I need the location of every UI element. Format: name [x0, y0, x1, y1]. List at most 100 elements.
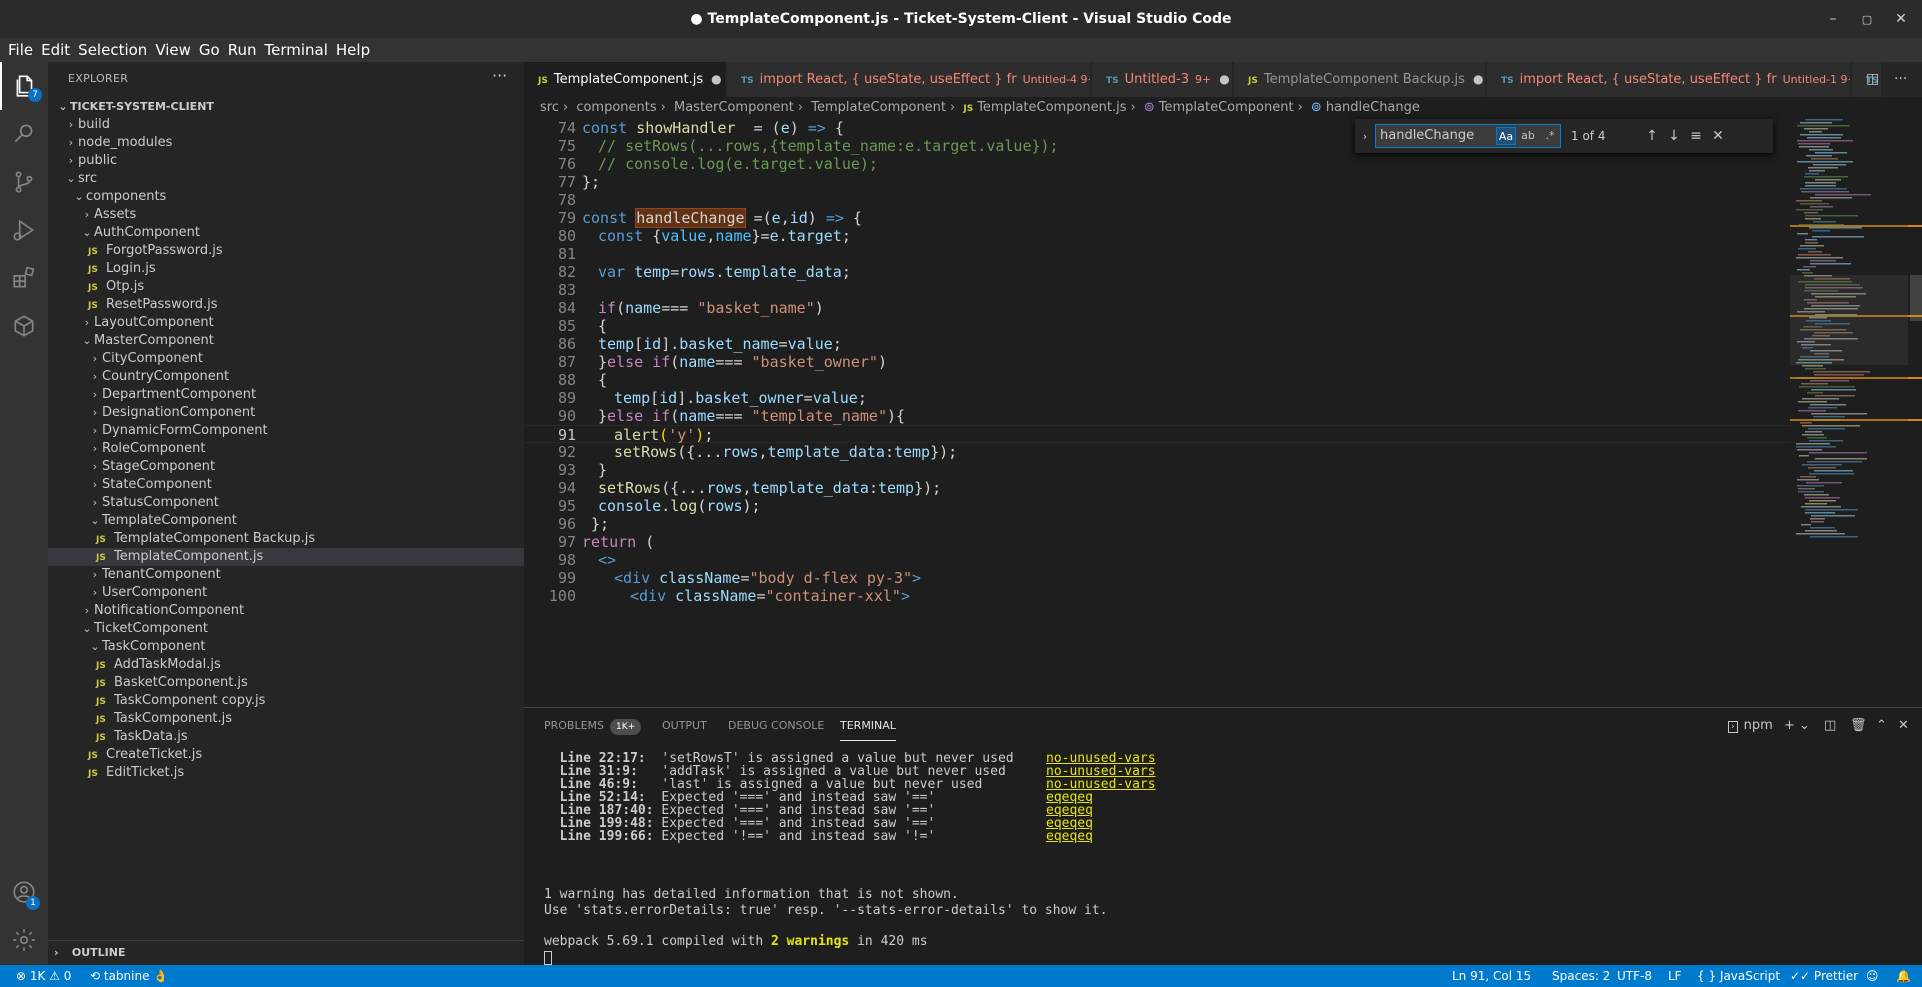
source-control-icon[interactable] — [0, 158, 48, 206]
tab-debug-console[interactable]: DEBUG CONSOLE — [728, 708, 824, 744]
match-whole-word-button[interactable]: ab — [1518, 127, 1538, 145]
code-line[interactable]: 93} — [524, 461, 1790, 479]
terminal-selector[interactable]: › npm — [1728, 708, 1773, 744]
breadcrumb-item[interactable]: TemplateComponent.js — [977, 100, 1126, 115]
cursor-position[interactable]: Ln 91, Col 15 — [1452, 965, 1531, 987]
menu-selection[interactable]: Selection — [74, 38, 151, 62]
editor-scrollbar[interactable] — [1908, 119, 1922, 707]
file-item[interactable]: JS TaskComponent.js — [48, 710, 524, 728]
code-line[interactable]: 87}else if(name=== "basket_owner") — [524, 353, 1790, 371]
remote-explorer-icon[interactable] — [0, 302, 48, 350]
menu-go[interactable]: Go — [195, 38, 224, 62]
find-in-selection-icon[interactable]: ≡ — [1685, 128, 1707, 144]
prettier-status[interactable]: ✓✓ Prettier — [1790, 965, 1858, 987]
folder-item[interactable]: › StatusComponent — [48, 494, 524, 512]
folder-item[interactable]: ⌄ TemplateComponent — [48, 512, 524, 530]
tab-terminal[interactable]: TERMINAL — [840, 711, 896, 741]
workspace-root[interactable]: ⌄ TICKET-SYSTEM-CLIENT — [48, 98, 524, 116]
breadcrumb-item[interactable]: handleChange — [1326, 100, 1420, 115]
menu-view[interactable]: View — [151, 38, 195, 62]
indentation-status[interactable]: Spaces: 2 — [1552, 965, 1610, 987]
search-icon[interactable] — [0, 110, 48, 158]
file-item[interactable]: JS TemplateComponent.js — [48, 548, 524, 566]
terminal-output[interactable]: Line 22:17: 'setRowsT' is assigned a val… — [544, 752, 1914, 965]
eol-status[interactable]: LF — [1668, 965, 1682, 987]
minimap-slider[interactable] — [1790, 275, 1908, 365]
folder-item[interactable]: › public — [48, 152, 524, 170]
code-editor[interactable]: 74 const showHandler = (e) => {75 // setRo… — [524, 119, 1922, 707]
folder-item[interactable]: › node_modules — [48, 134, 524, 152]
notifications-bell-icon[interactable]: 🔔 — [1896, 965, 1911, 987]
code-line[interactable]: 79 const handleChange =(e,id) => { — [524, 208, 1790, 228]
folder-item[interactable]: › build — [48, 116, 524, 134]
folder-item[interactable]: › NotificationComponent — [48, 602, 524, 620]
accounts-icon[interactable]: 1 — [0, 868, 48, 916]
file-item[interactable]: JS TaskComponent copy.js — [48, 692, 524, 710]
tab-problems[interactable]: PROBLEMS 1K+ — [544, 708, 642, 744]
code-line[interactable]: 76 // console.log(e.target.value); — [524, 155, 1790, 173]
file-item[interactable]: JS AddTaskModal.js — [48, 656, 524, 674]
code-line[interactable]: 100 <div className="container-xxl"> — [524, 587, 1790, 605]
code-line[interactable]: 85 { — [524, 317, 1790, 335]
folder-item[interactable]: ⌄ AuthComponent — [48, 224, 524, 242]
menu-help[interactable]: Help — [332, 38, 374, 62]
tab-output[interactable]: OUTPUT — [662, 708, 707, 744]
code-line[interactable]: 91 alert('y'); — [524, 425, 1790, 444]
problems-status[interactable]: ⊗ 1K ⚠ 0 — [16, 965, 71, 987]
folder-item[interactable]: ⌄ TaskComponent — [48, 638, 524, 656]
file-item[interactable]: JS TaskData.js — [48, 728, 524, 746]
settings-gear-icon[interactable] — [0, 916, 48, 964]
kill-terminal-icon[interactable]: 🗑 — [1850, 708, 1867, 744]
breadcrumb-item[interactable]: MasterComponent — [674, 100, 794, 115]
maximize-icon[interactable]: ▢ — [1850, 0, 1884, 38]
tab-templatecomponent[interactable]: JS TemplateComponent.js ● — [524, 62, 726, 97]
file-item[interactable]: JS Otp.js — [48, 278, 524, 296]
language-mode[interactable]: { } JavaScript — [1697, 965, 1780, 987]
code-line[interactable]: 98 <> — [524, 551, 1790, 569]
close-window-icon[interactable]: ✕ — [1884, 0, 1918, 38]
run-debug-icon[interactable] — [0, 206, 48, 254]
new-terminal-icon[interactable]: + ⌄ — [1784, 708, 1810, 744]
tab-untitled-3[interactable]: TS Untitled-3 9+ ● — [1092, 62, 1233, 97]
minimap[interactable] — [1790, 119, 1908, 707]
split-editor-icon[interactable]: ◫ — [1866, 62, 1879, 97]
folder-item[interactable]: › StateComponent — [48, 476, 524, 494]
folder-item[interactable]: › LayoutComponent — [48, 314, 524, 332]
code-line[interactable]: 77}; — [524, 173, 1790, 191]
tab-untitled-4[interactable]: TS import React, { useState, useEffect } … — [727, 62, 1091, 97]
folder-item[interactable]: › TenantComponent — [48, 566, 524, 584]
tab-untitled-1[interactable]: TS import React, { useState, useEffect } … — [1487, 62, 1851, 97]
file-item[interactable]: JS ResetPassword.js — [48, 296, 524, 314]
close-panel-icon[interactable]: ✕ — [1898, 708, 1909, 744]
maximize-panel-icon[interactable]: ⌃ — [1876, 708, 1887, 744]
folder-item[interactable]: ⌄ components — [48, 188, 524, 206]
menu-terminal[interactable]: Terminal — [261, 38, 332, 62]
breadcrumb-item[interactable]: TemplateComponent — [1159, 100, 1294, 115]
code-line[interactable]: 99 <div className="body d-flex py-3"> — [524, 569, 1790, 587]
code-line[interactable]: 82 var temp=rows.template_data; — [524, 263, 1790, 281]
folder-item[interactable]: › RoleComponent — [48, 440, 524, 458]
toggle-replace-icon[interactable]: › — [1355, 130, 1375, 143]
file-item[interactable]: JS BasketComponent.js — [48, 674, 524, 692]
code-line[interactable]: 81 — [524, 245, 1790, 263]
more-actions-icon[interactable]: ··· — [492, 66, 507, 85]
code-line[interactable]: 96 }; — [524, 515, 1790, 533]
code-line[interactable]: 97 return ( — [524, 533, 1790, 551]
split-terminal-icon[interactable]: ◫ — [1824, 708, 1836, 744]
folder-item[interactable]: › StageComponent — [48, 458, 524, 476]
file-item[interactable]: JS Login.js — [48, 260, 524, 278]
eslint-rule-link[interactable]: eqeqeq — [1046, 830, 1093, 843]
folder-item[interactable]: › CityComponent — [48, 350, 524, 368]
code-line[interactable]: 86 temp[id].basket_name=value; — [524, 335, 1790, 353]
previous-match-icon[interactable]: ↑ — [1641, 128, 1663, 144]
menu-run[interactable]: Run — [224, 38, 261, 62]
code-line[interactable]: 95 console.log(rows); — [524, 497, 1790, 515]
use-regex-button[interactable]: .* — [1540, 127, 1560, 145]
code-line[interactable]: 92 setRows({...rows,template_data:temp}); — [524, 443, 1790, 461]
code-line[interactable]: 94 setRows({...rows,template_data:temp}); — [524, 479, 1790, 497]
code-line[interactable]: 89 temp[id].basket_owner=value; — [524, 389, 1790, 407]
code-line[interactable]: 78 — [524, 191, 1790, 209]
folder-item[interactable]: › Assets — [48, 206, 524, 224]
folder-item[interactable]: › DepartmentComponent — [48, 386, 524, 404]
code-line[interactable]: 84 if(name=== "basket_name") — [524, 299, 1790, 317]
